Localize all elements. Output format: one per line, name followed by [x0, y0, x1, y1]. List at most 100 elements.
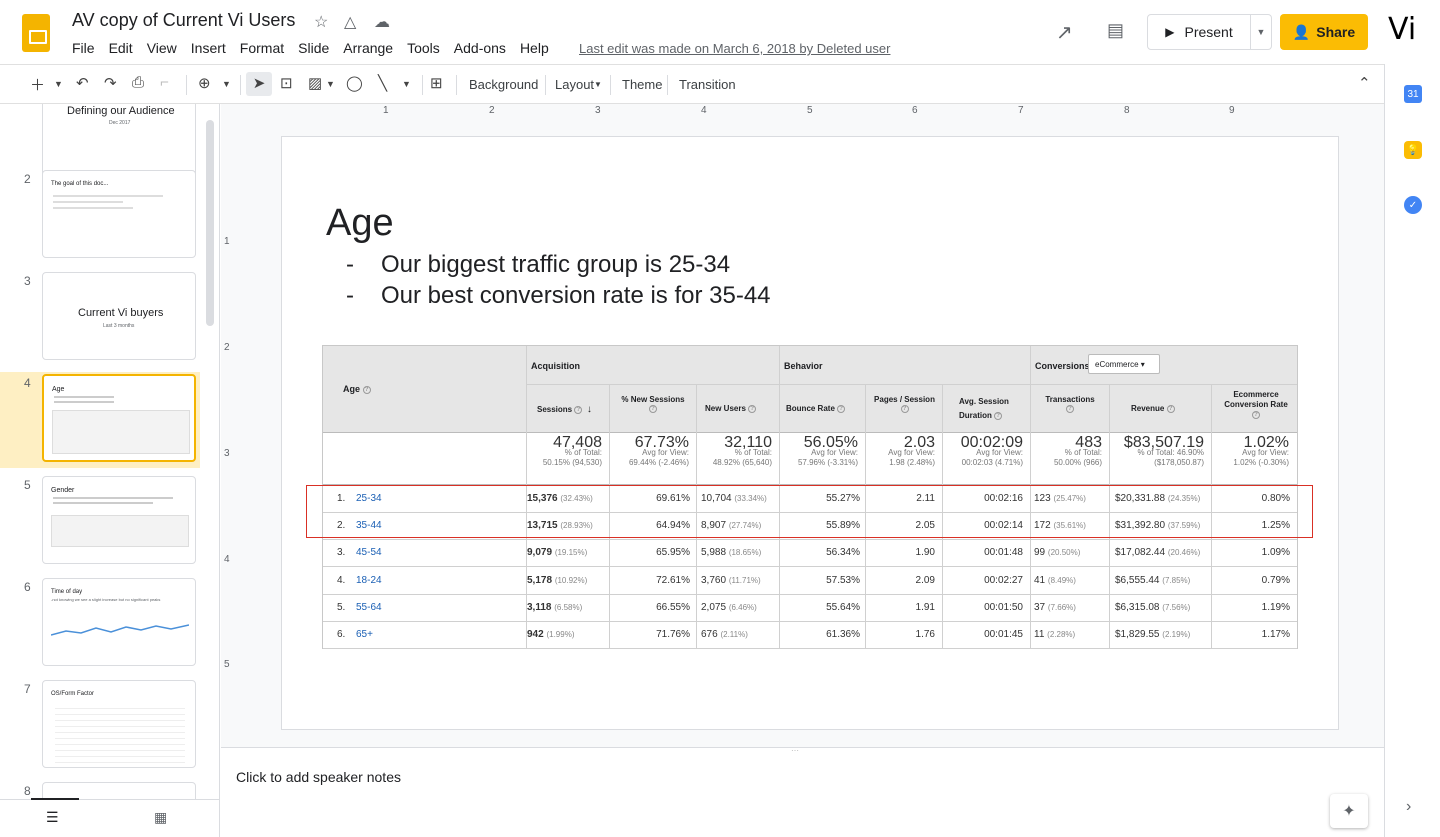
- zoom-dropdown-icon[interactable]: ▼: [222, 79, 231, 89]
- acquisition-group-header: Acquisition: [531, 361, 580, 371]
- new-slide-icon[interactable]: ＋: [30, 74, 45, 95]
- thumb-subtitle: Last 3 months: [103, 323, 135, 329]
- table-cell: 676 (2.11%): [701, 629, 748, 640]
- layout-dropdown-icon[interactable]: ▼: [594, 80, 602, 89]
- add-comment-icon[interactable]: ⊞: [430, 74, 443, 92]
- table-cell: $17,082.44 (20.46%): [1115, 547, 1201, 559]
- revenue-col-header[interactable]: Revenue ?: [1131, 404, 1175, 413]
- age-link[interactable]: 65+: [356, 629, 373, 640]
- collapse-toolbar-icon[interactable]: ⌃: [1358, 74, 1371, 92]
- redo-icon[interactable]: ↷: [104, 74, 117, 92]
- filmstrip-scrollbar[interactable]: [206, 120, 214, 326]
- table-row[interactable]: 6. 65+ 942 (1.99%) 71.76% 676 (2.11%) 61.36% 1…: [323, 621, 1297, 648]
- menu-insert[interactable]: Insert: [191, 40, 226, 56]
- slides-logo[interactable]: [22, 14, 50, 52]
- account-avatar[interactable]: Vi: [1388, 12, 1416, 47]
- age-link[interactable]: 45-54: [356, 547, 382, 558]
- slide-thumbnail-8[interactable]: [42, 782, 196, 799]
- notes-resize-handle[interactable]: ⋯: [221, 746, 1384, 755]
- table-cell: 1.91: [915, 601, 935, 613]
- star-icon[interactable]: ☆: [314, 12, 328, 32]
- total-sub: 1.98 (2.48%): [889, 458, 935, 467]
- total-sub: 69.44% (-2.46%): [628, 458, 689, 467]
- document-title[interactable]: AV copy of Current Vi Users: [72, 10, 295, 31]
- tasks-icon[interactable]: ✓: [1404, 196, 1422, 214]
- menu-arrange[interactable]: Arrange: [343, 40, 393, 56]
- new-users-col-header[interactable]: New Users ?: [705, 404, 757, 413]
- move-to-drive-icon[interactable]: △: [344, 12, 356, 32]
- expand-panel-icon[interactable]: ›: [1406, 798, 1411, 816]
- thumb-title: Defining our Audience: [67, 105, 175, 117]
- undo-icon[interactable]: ↶: [76, 74, 89, 92]
- conversion-rate-col-header[interactable]: Ecommerce Conversion Rate?: [1215, 390, 1297, 420]
- shape-icon[interactable]: ◯: [346, 74, 363, 92]
- pages-session-col-header[interactable]: Pages / Session?: [867, 395, 942, 413]
- select-cursor-icon[interactable]: ➤: [246, 72, 272, 96]
- background-button[interactable]: Background: [469, 77, 538, 92]
- slide-thumbnail-2[interactable]: The goal of this doc...: [42, 170, 196, 258]
- sessions-col-header[interactable]: Sessions ? ↓: [537, 404, 592, 415]
- text-box-icon[interactable]: ⊡: [280, 74, 293, 92]
- line-dropdown-icon[interactable]: ▼: [402, 79, 411, 89]
- ruler-mark: 9: [1229, 105, 1235, 116]
- print-icon[interactable]: ⎙: [132, 74, 144, 91]
- thumb-title: Age: [52, 386, 65, 393]
- slide-thumbnail-6[interactable]: Time of day -not knowing we see a slight…: [42, 578, 196, 666]
- transactions-col-header[interactable]: Transactions?: [1031, 395, 1109, 413]
- table-row[interactable]: 3. 45-54 9,079 (19.15%) 65.95% 5,988 (18.65%…: [323, 539, 1297, 566]
- theme-button[interactable]: Theme: [622, 77, 662, 92]
- filmstrip-view-icon[interactable]: ☰: [46, 809, 59, 826]
- zoom-icon[interactable]: ⊕: [198, 74, 211, 92]
- bounce-rate-col-header[interactable]: Bounce Rate ?: [786, 404, 846, 413]
- comments-icon[interactable]: ▤: [1107, 20, 1124, 41]
- ecommerce-select[interactable]: eCommerce ▾: [1088, 354, 1160, 374]
- filmstrip-view-controls: ☰ ▦: [0, 798, 220, 837]
- present-button[interactable]: ▶ Present: [1147, 14, 1251, 50]
- slide-thumbnail-3[interactable]: Current Vi buyers Last 3 months: [42, 272, 196, 360]
- menu-addons[interactable]: Add-ons: [454, 40, 506, 56]
- image-dropdown-icon[interactable]: ▼: [326, 79, 335, 89]
- menu-slide[interactable]: Slide: [298, 40, 329, 56]
- table-cell: 5,178 (10.92%): [527, 574, 588, 586]
- ruler-mark: 3: [595, 105, 601, 116]
- calendar-icon[interactable]: 31: [1404, 85, 1422, 103]
- thumb-title: OS/Form Factor: [51, 691, 95, 697]
- menu-help[interactable]: Help: [520, 40, 549, 56]
- slide-title[interactable]: Age: [326, 202, 394, 245]
- toolbar-divider: [456, 75, 457, 95]
- grid-view-icon[interactable]: ▦: [154, 809, 167, 826]
- layout-button[interactable]: Layout: [555, 77, 594, 92]
- transition-button[interactable]: Transition: [679, 77, 736, 92]
- age-link[interactable]: 55-64: [356, 602, 382, 613]
- table-cell: $1,829.55 (2.19%): [1115, 629, 1191, 640]
- menu-tools[interactable]: Tools: [407, 40, 440, 56]
- total-sub: Avg for View:: [642, 448, 689, 457]
- paint-format-icon[interactable]: ⌐: [160, 74, 169, 91]
- slide-thumbnail-7[interactable]: OS/Form Factor: [42, 680, 196, 768]
- total-value: 67.73%: [634, 434, 689, 451]
- menu-file[interactable]: File: [72, 40, 95, 56]
- line-icon[interactable]: ╲: [378, 74, 387, 92]
- thumb-subtitle: Dec 2017: [109, 120, 131, 126]
- activity-trend-icon[interactable]: ↗: [1056, 20, 1073, 45]
- image-icon[interactable]: ▨: [308, 74, 322, 92]
- menu-edit[interactable]: Edit: [109, 40, 133, 56]
- slide-thumbnail-4[interactable]: Age: [42, 374, 196, 462]
- new-sessions-col-header[interactable]: % New Sessions?: [613, 395, 693, 413]
- new-slide-dropdown-icon[interactable]: ▼: [54, 79, 63, 89]
- speaker-notes-field[interactable]: Click to add speaker notes: [236, 769, 401, 785]
- age-link[interactable]: 18-24: [356, 575, 382, 586]
- table-row[interactable]: 4. 18-24 5,178 (10.92%) 72.61% 3,760 (11.71%…: [323, 567, 1297, 594]
- explore-icon[interactable]: ✦: [1330, 794, 1368, 828]
- slide-thumbnail-5[interactable]: Gender: [42, 476, 196, 564]
- share-button[interactable]: 👤 Share: [1280, 14, 1368, 50]
- cloud-status-icon[interactable]: ☁: [374, 12, 390, 32]
- row-index: 3.: [337, 547, 346, 559]
- menu-format[interactable]: Format: [240, 40, 284, 56]
- table-row[interactable]: 5. 55-64 3,118 (6.58%) 66.55% 2,075 (6.46%) 5…: [323, 594, 1297, 621]
- present-options-dropdown[interactable]: ▼: [1251, 14, 1272, 50]
- avg-duration-col-header[interactable]: Avg. Session Duration ?: [947, 395, 1027, 423]
- menu-view[interactable]: View: [147, 40, 177, 56]
- last-edit-link[interactable]: Last edit was made on March 6, 2018 by D…: [579, 41, 890, 56]
- keep-icon[interactable]: 💡: [1404, 141, 1422, 159]
